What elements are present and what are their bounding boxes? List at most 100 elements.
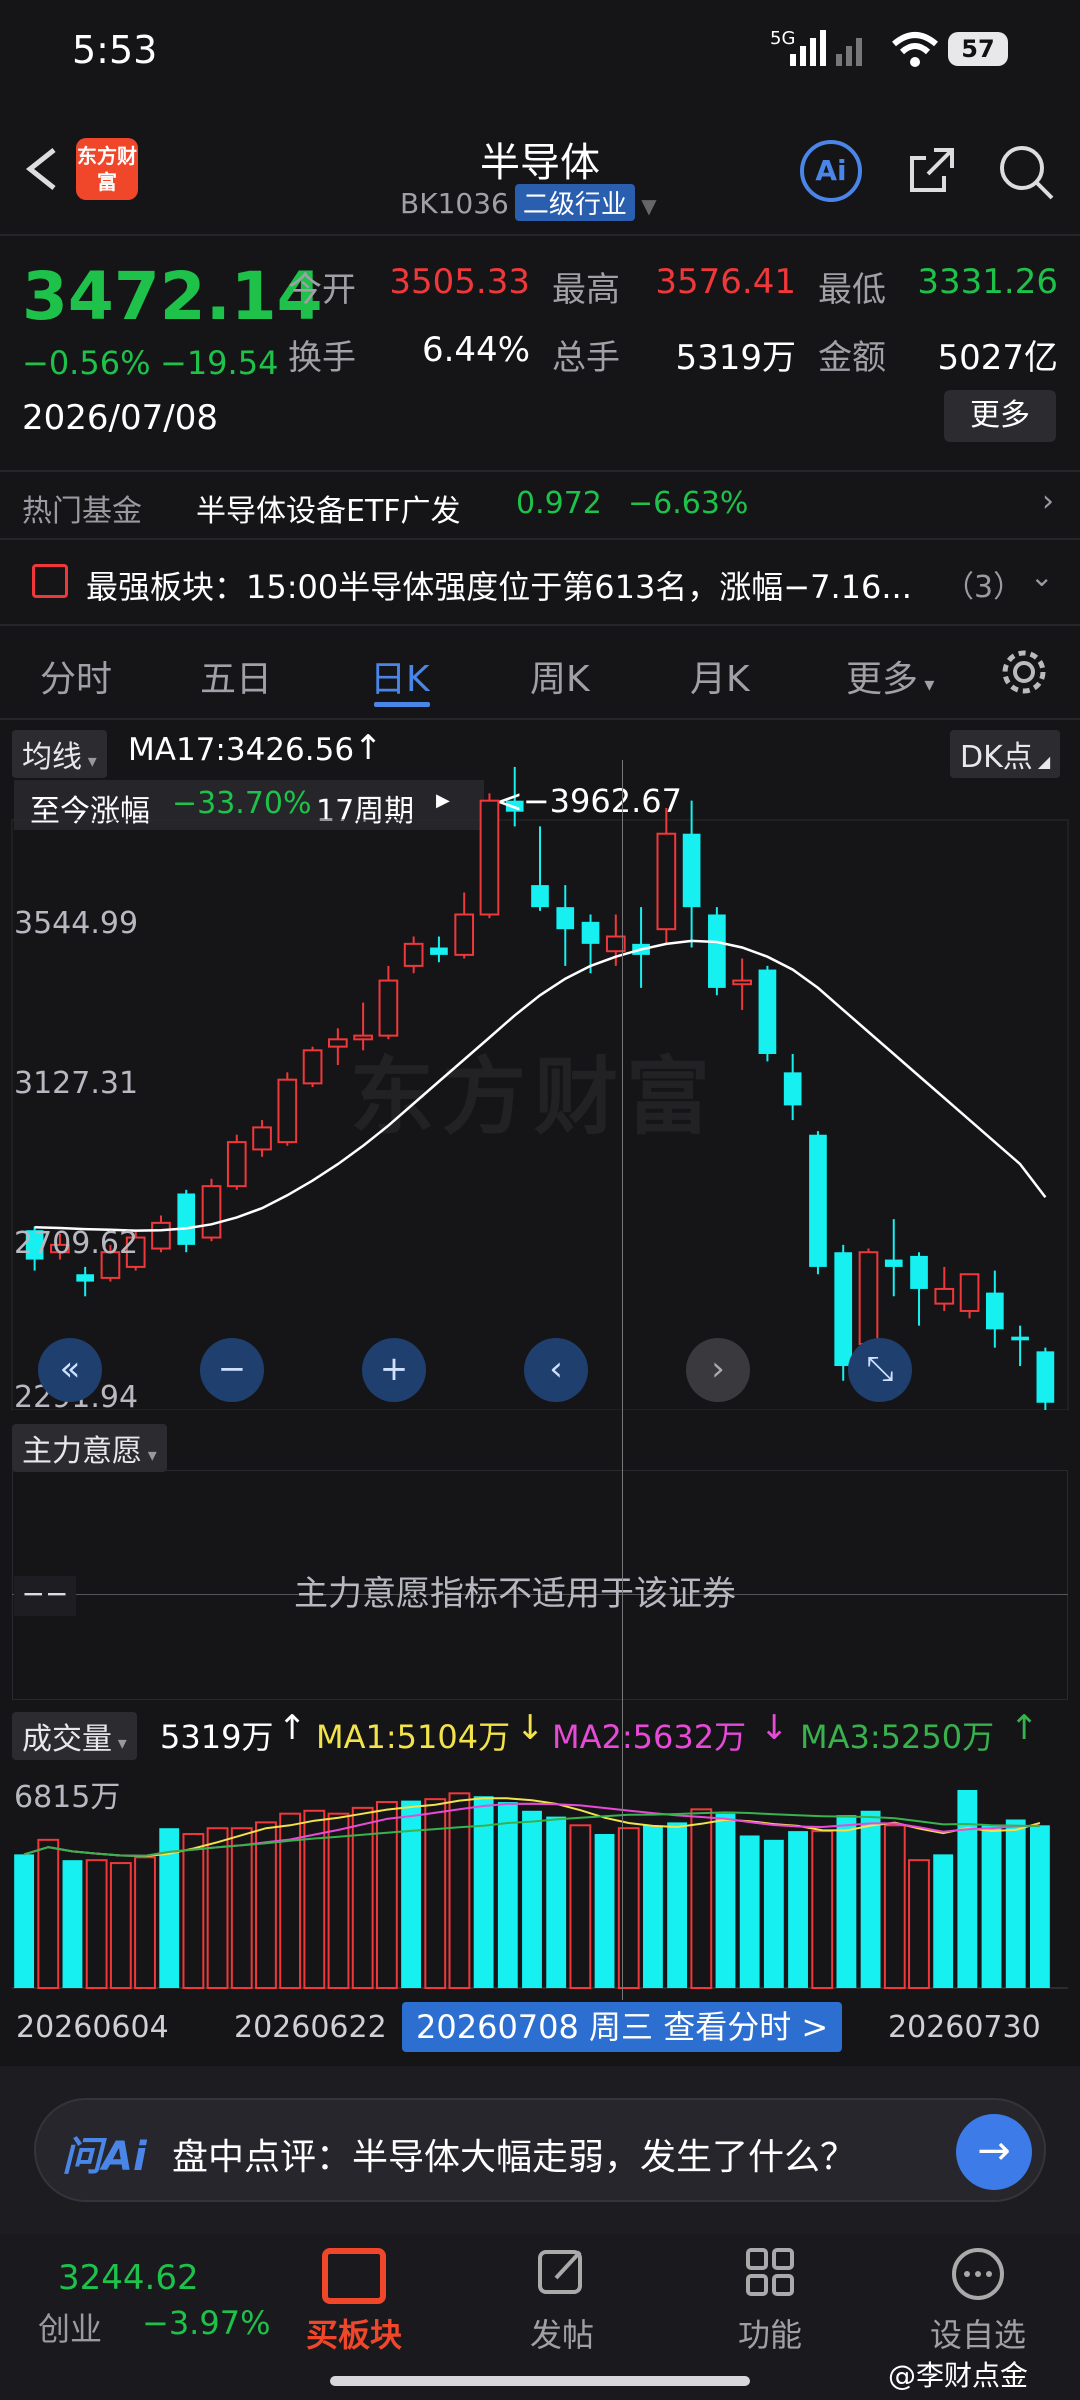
indicator-dropdown[interactable]: 主力意愿 ▾ (12, 1424, 167, 1472)
ma3-readout: MA3:5250万 (800, 1718, 995, 1756)
candle-body (682, 833, 701, 908)
weibo-watermark: @李财点金 (888, 2359, 1029, 2392)
tab-functions[interactable]: 功能 (690, 2310, 850, 2356)
volume-bar (860, 1810, 881, 1988)
zoom-out-icon[interactable]: − (200, 1338, 264, 1402)
candle-body (783, 1072, 802, 1106)
candle-body (556, 907, 575, 930)
active-tab-indicator (374, 702, 430, 707)
tab-buy-sector[interactable]: 买板块 (274, 2310, 434, 2356)
volume-dropdown[interactable]: 成交量 ▾ (12, 1712, 137, 1760)
candle-body (1036, 1351, 1055, 1403)
indicator-dash: −− (14, 1576, 76, 1616)
hot-fund-pct: −6.63% (628, 486, 749, 521)
tab-daily-k[interactable]: 日K (370, 650, 430, 702)
ma1-readout: MA1:5104万 (316, 1718, 511, 1756)
y-label-2: 3127.31 (14, 1066, 139, 1101)
date-label-2: 20260622 (234, 2010, 387, 2045)
volume-up-icon: ↑ (278, 1708, 307, 1748)
ma1-down-icon: ↓ (516, 1708, 545, 1748)
zoom-in-icon[interactable]: + (362, 1338, 426, 1402)
volume-bar (62, 1860, 83, 1988)
tab-more-label: 更多 (846, 659, 919, 700)
indicator-message: 主力意愿指标不适用于该证券 (294, 1574, 736, 1614)
tab-add-watchlist[interactable]: 设自选 (898, 2310, 1058, 2356)
volume-bar (375, 1801, 398, 1990)
sector-code: BK1036 二级行业 ▼ (400, 184, 657, 221)
settings-gear-icon[interactable] (998, 646, 1050, 698)
volume-bar (763, 1839, 784, 1988)
volume-bar (109, 1862, 132, 1989)
tab-five-day[interactable]: 五日 (200, 650, 272, 702)
cursor-date-button[interactable]: 20260708 周三 查看分时 > (402, 2002, 843, 2052)
notice-row[interactable]: 最强板块：15:00半导体强度位于第613名，涨幅−7.16... （3） ⌄ (0, 550, 1080, 614)
date-label-1: 20260604 (16, 2010, 169, 2045)
ask-input[interactable]: 问Ai 盘中点评：半导体大幅走弱，发生了什么？ → (34, 2098, 1046, 2202)
amount-label: 金额 (818, 338, 886, 378)
candle-body (858, 1251, 879, 1346)
search-icon[interactable] (996, 142, 1056, 202)
volume-bar (230, 1827, 253, 1989)
open-label: 今开 (288, 270, 356, 310)
volume-bar (255, 1821, 277, 1990)
ma3-up-icon: ↑ (1010, 1708, 1039, 1748)
candle-body (959, 1273, 980, 1312)
index-pct: −3.97% (142, 2304, 271, 2342)
ma2-down-icon: ↓ (760, 1708, 789, 1748)
hot-fund-row[interactable]: 热门基金 半导体设备ETF广发 0.972 −6.63% › (0, 474, 1080, 534)
candle-body (252, 1126, 272, 1151)
candle-body (151, 1221, 171, 1250)
post-edit-icon (538, 2250, 582, 2294)
more-dots-icon (952, 2248, 1004, 2300)
send-arrow-icon[interactable]: → (956, 2114, 1032, 2190)
index-value[interactable]: 3244.62 (58, 2258, 199, 2298)
candle-body (910, 1255, 928, 1289)
volume-bar (811, 1830, 834, 1990)
volume-bar (957, 1790, 978, 1988)
more-button[interactable]: 更多 (944, 390, 1056, 442)
quote-date: 2026/07/08 (22, 398, 218, 438)
volume-bar (448, 1792, 471, 1990)
change-pct: −0.56% (22, 344, 151, 382)
wifi-icon (892, 32, 938, 67)
pan-left-icon[interactable]: ‹ (524, 1338, 588, 1402)
turnover-label: 换手 (288, 338, 356, 378)
pan-right-icon[interactable]: › (686, 1338, 750, 1402)
ai-icon[interactable]: Ai (800, 140, 862, 202)
candle-body (758, 969, 777, 1054)
volume-bar (667, 1822, 688, 1988)
candle-body (201, 1185, 222, 1239)
candle-body (985, 1292, 1004, 1330)
candle-body (884, 1259, 903, 1267)
rewind-icon[interactable]: « (38, 1338, 102, 1402)
status-bar: 5:53 5G 57 (0, 0, 1080, 100)
hot-fund-name: 半导体设备ETF广发 (196, 494, 461, 529)
volume-bar (522, 1810, 542, 1988)
expand-icon[interactable]: ⤡ (848, 1338, 912, 1402)
candle-body (531, 885, 549, 908)
sector-tag[interactable]: 二级行业 (514, 184, 635, 221)
tab-weekly-k[interactable]: 周K (530, 650, 590, 702)
candle-body (378, 979, 399, 1037)
turnover-value: 6.44% (421, 330, 530, 370)
candle-body (732, 979, 752, 986)
low-label: 最低 (818, 270, 886, 310)
tab-monthly-k[interactable]: 月K (690, 650, 750, 702)
watermark: 东方财富 (350, 1048, 719, 1146)
notice-text: 最强板块：15:00半导体强度位于第613名，涨幅−7.16... (86, 568, 912, 606)
candle-body (277, 1078, 298, 1144)
tab-more[interactable]: 更多 ▾ (846, 650, 934, 702)
ma2-readout: MA2:5632万 (552, 1718, 747, 1756)
candle-body (454, 913, 475, 956)
open-value: 3505.33 (389, 262, 530, 302)
tab-post[interactable]: 发帖 (482, 2310, 642, 2356)
volume-bar (981, 1825, 1002, 1988)
volume-chart[interactable] (0, 1760, 1080, 2000)
volume-bar (327, 1812, 350, 1989)
volume-bar (690, 1808, 713, 1989)
battery-icon: 57 (948, 32, 1008, 66)
change-value: −19.54 (160, 344, 279, 382)
home-indicator (330, 2376, 750, 2386)
share-icon[interactable] (904, 142, 960, 198)
tab-intraday[interactable]: 分时 (40, 650, 112, 702)
